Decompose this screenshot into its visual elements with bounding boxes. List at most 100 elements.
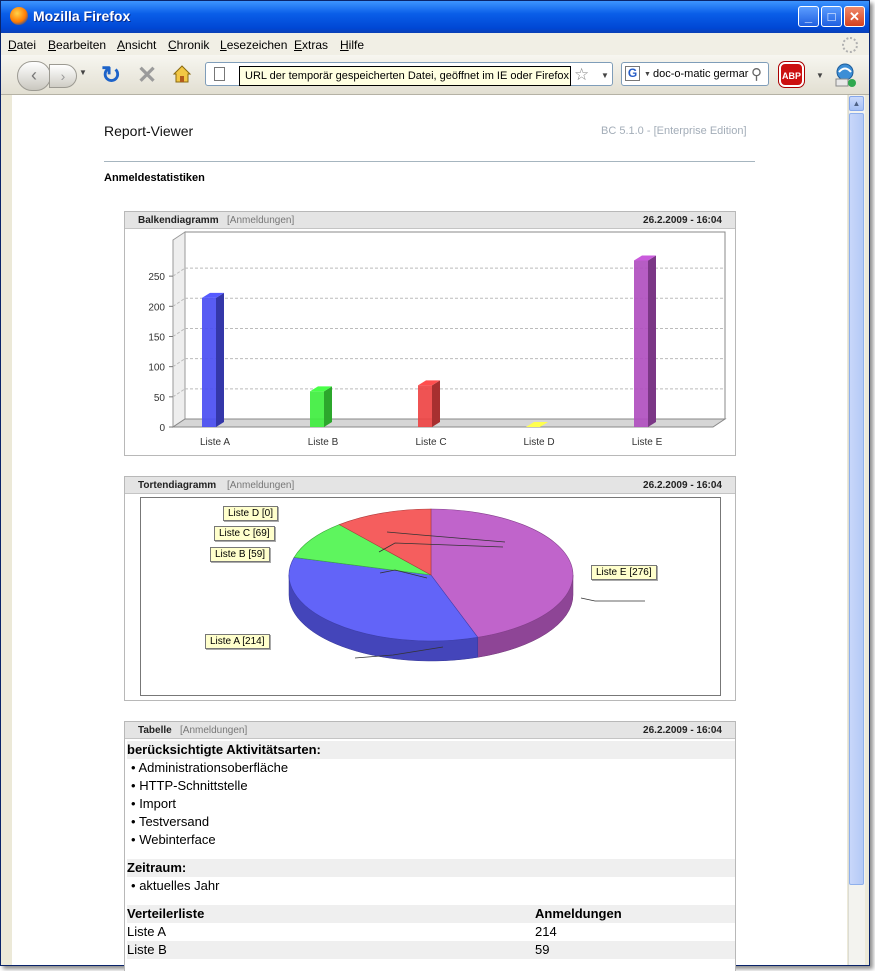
menu-hilfe[interactable]: Hilfe — [340, 38, 364, 52]
title-bar[interactable]: Mozilla Firefox _ □ ✕ — [1, 1, 869, 33]
x-tick-label: Liste D — [523, 437, 554, 448]
x-tick-label: Liste C — [415, 437, 446, 448]
adblock-icon[interactable]: ABP — [779, 62, 804, 87]
period-label: aktuelles Jahr — [139, 878, 220, 893]
menu-datei[interactable]: Datei — [8, 38, 36, 52]
bar-chart: 0 50 100 150 200 250 Liste A Liste B Liste C List… — [148, 231, 727, 448]
list-item: • aktuelles Jahr — [127, 877, 735, 895]
table-panel: Tabelle [Anmeldungen] 26.2.2009 - 16:04 … — [124, 721, 736, 971]
menu-extras[interactable]: Extras — [294, 38, 328, 52]
menu-bearbeiten[interactable]: Bearbeiten — [48, 38, 106, 52]
section-title: Anmeldestatistiken — [104, 172, 205, 184]
bar-front — [310, 391, 324, 427]
pie-label-liste-d: Liste D [0] — [223, 506, 279, 521]
table-row: Liste B 59 — [127, 941, 735, 959]
table-row: Liste A 214 — [127, 923, 735, 941]
close-button[interactable]: ✕ — [844, 6, 865, 27]
bullet: • — [131, 832, 136, 847]
search-icon[interactable]: ⚲ — [751, 65, 762, 83]
bar-side — [432, 380, 440, 427]
search-input[interactable] — [653, 65, 749, 83]
bar-side — [648, 255, 656, 427]
pie-label-liste-e: Liste E [276] — [591, 565, 657, 580]
panel-header: Tabelle [Anmeldungen] 26.2.2009 - 16:04 — [125, 722, 735, 739]
y-tick-label: 200 — [148, 302, 165, 313]
url-dropdown-icon[interactable]: ▼ — [601, 71, 609, 80]
activities-heading: berücksichtigte Aktivitätsarten: — [127, 741, 735, 759]
minimize-button[interactable]: _ — [798, 6, 819, 27]
reload-icon[interactable]: ↻ — [101, 61, 121, 90]
pie-label-liste-c: Liste C [69] — [214, 526, 275, 541]
history-dropdown-icon[interactable]: ▼ — [79, 68, 87, 77]
y-tick-label: 100 — [148, 363, 165, 374]
bookmark-star-icon[interactable]: ☆ — [574, 65, 589, 85]
panel-title: Tabelle — [138, 725, 172, 736]
menu-lesezeichen[interactable]: Lesezeichen — [220, 38, 287, 52]
list-item: • HTTP-Schnittstelle — [127, 777, 735, 795]
search-engine-dropdown-icon[interactable]: ▼ — [644, 71, 651, 78]
scroll-thumb[interactable] — [849, 113, 864, 885]
list-item: • Webinterface — [127, 831, 735, 849]
activity-label: HTTP-Schnittstelle — [139, 778, 248, 793]
panel-subtitle: [Anmeldungen] — [180, 725, 248, 736]
panel-date: 26.2.2009 - 16:04 — [643, 215, 722, 226]
table-cell: Liste A — [127, 924, 167, 939]
column-header: Anmeldungen — [535, 906, 622, 921]
menu-chronik[interactable]: Chronik — [168, 38, 209, 52]
bar-side — [324, 386, 332, 427]
pie-chart-panel: Tortendiagramm [Anmeldungen] 26.2.2009 -… — [124, 476, 736, 701]
y-tick-label: 150 — [148, 332, 165, 343]
y-tick-label: 0 — [159, 423, 165, 434]
bullet: • — [131, 796, 136, 811]
y-tick-label: 50 — [154, 393, 166, 404]
stop-icon[interactable]: ✕ — [137, 61, 157, 90]
panel-subtitle: [Anmeldungen] — [227, 480, 295, 491]
activity-label: Webinterface — [139, 832, 216, 847]
pie-label-liste-a: Liste A [214] — [205, 634, 270, 649]
activity-label: Testversand — [138, 814, 210, 829]
panel-date: 26.2.2009 - 16:04 — [643, 725, 722, 736]
pie-label-liste-b: Liste B [59] — [210, 547, 271, 562]
y-tick-label: 250 — [148, 272, 165, 283]
panel-title: Tortendiagramm — [138, 480, 217, 491]
menu-bar: Datei Bearbeiten Ansicht Chronik Lesezei… — [1, 33, 869, 55]
forward-button[interactable]: › — [49, 64, 77, 88]
bar-front — [202, 297, 216, 427]
bullet: • — [131, 760, 136, 775]
browser-window: Mozilla Firefox _ □ ✕ Datei Bearbeiten A… — [0, 0, 870, 971]
bar-side — [216, 292, 224, 427]
ie-tab-icon[interactable] — [833, 62, 857, 88]
panel-header: Balkendiagramm [Anmeldungen] 26.2.2009 -… — [125, 212, 735, 229]
activity-label: Import — [139, 796, 177, 811]
adblock-dropdown-icon[interactable]: ▼ — [816, 71, 824, 80]
home-icon[interactable] — [172, 64, 192, 84]
panel-date: 26.2.2009 - 16:04 — [643, 480, 722, 491]
google-engine-icon[interactable]: G — [625, 66, 640, 81]
window-title: Mozilla Firefox — [33, 8, 131, 24]
edition-label: BC 5.1.0 - [Enterprise Edition] — [601, 125, 747, 137]
panel-title: Balkendiagramm — [138, 215, 219, 226]
x-tick-label: Liste E — [632, 437, 663, 448]
table-header-row: Verteilerliste Anmeldungen — [127, 905, 735, 923]
pie-leader-line — [580, 597, 645, 602]
list-item: • Testversand — [127, 813, 735, 831]
activity-label: Administrationsoberfläche — [138, 760, 289, 775]
header-divider — [104, 161, 755, 162]
panel-header: Tortendiagramm [Anmeldungen] 26.2.2009 -… — [125, 477, 735, 494]
maximize-button[interactable]: □ — [821, 6, 842, 27]
bullet: • — [131, 878, 136, 893]
bar-chart-panel: Balkendiagramm [Anmeldungen] 26.2.2009 -… — [124, 211, 736, 456]
back-button[interactable]: ‹ — [17, 61, 51, 91]
menu-ansicht[interactable]: Ansicht — [117, 38, 156, 52]
list-item: • Administrationsoberfläche — [127, 759, 735, 777]
bar-front — [418, 385, 432, 427]
list-item: • Import — [127, 795, 735, 813]
table-cell: 59 — [535, 942, 550, 957]
throbber-icon — [842, 37, 858, 53]
x-tick-label: Liste A — [200, 437, 230, 448]
column-header: Verteilerliste — [127, 906, 205, 921]
panel-subtitle: [Anmeldungen] — [227, 215, 295, 226]
table-cell: Liste B — [127, 942, 167, 957]
x-tick-label: Liste B — [308, 437, 339, 448]
scroll-up-button[interactable]: ▲ — [849, 96, 864, 111]
